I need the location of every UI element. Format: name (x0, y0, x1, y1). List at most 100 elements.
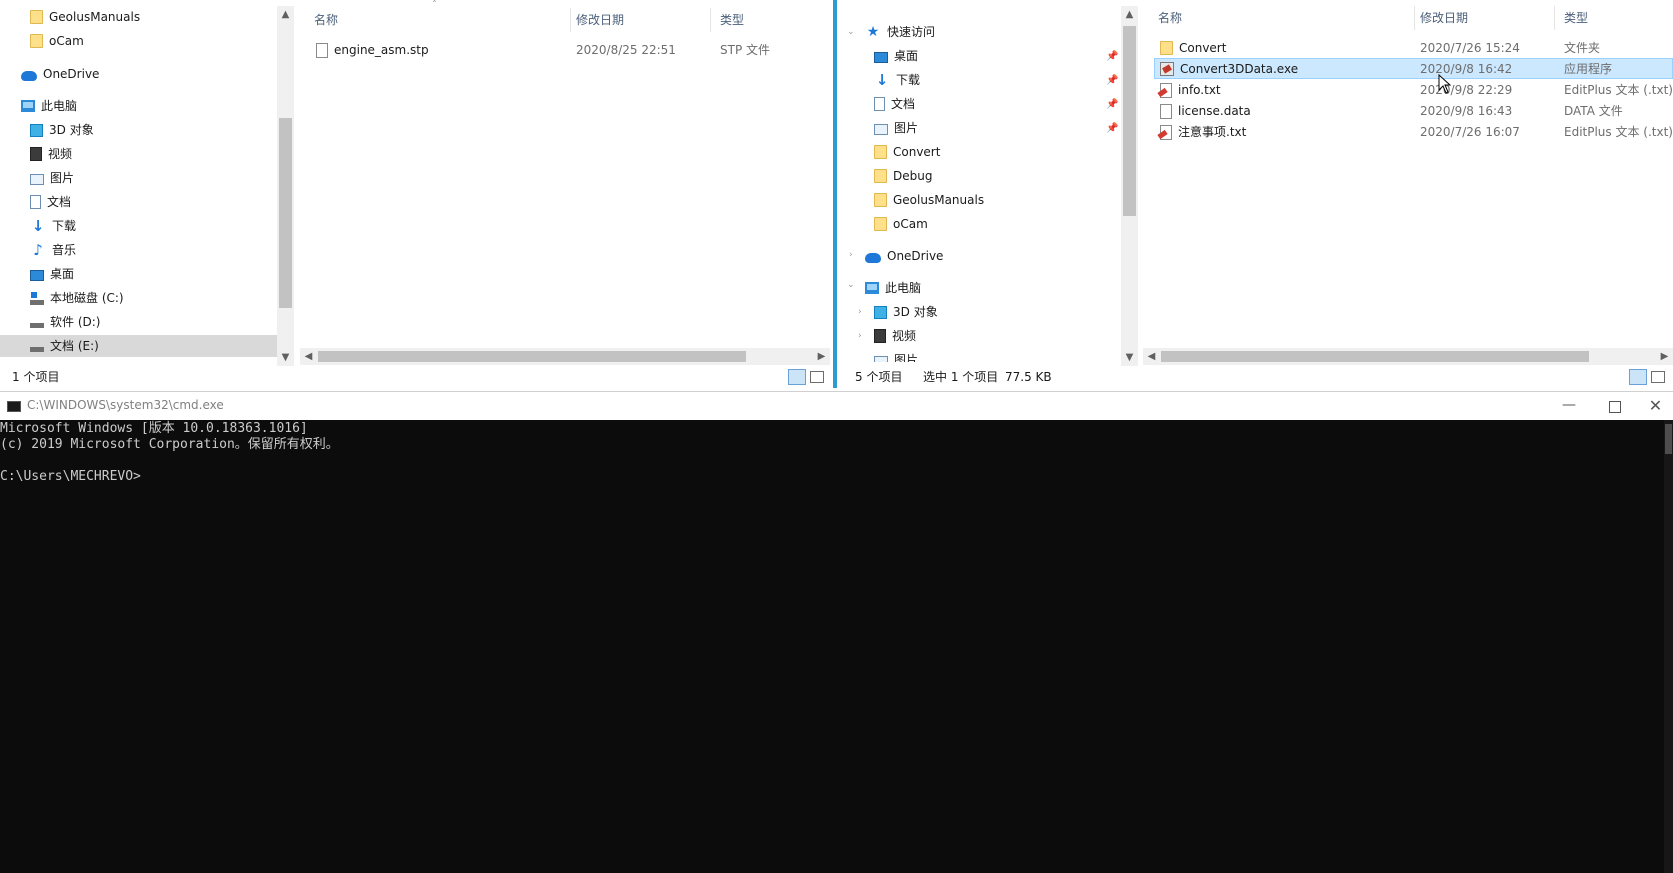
cmd-titlebar[interactable]: C:\WINDOWS\system32\cmd.exe — ✕ (0, 391, 1673, 421)
cmd-console[interactable]: Microsoft Windows [版本 10.0.18363.1016] (… (0, 420, 1673, 873)
download-icon: ↓ (875, 71, 889, 89)
left-file-hscroll-thumb[interactable] (318, 351, 746, 362)
details-view-icon[interactable] (788, 369, 806, 385)
onedrive-icon (865, 252, 881, 263)
drive-icon (30, 346, 44, 352)
left-nav-item-this-pc[interactable]: 此电脑 (21, 95, 275, 117)
right-nav-item-pictures-2[interactable]: 图片 (874, 349, 1104, 362)
left-nav-item-drive-c[interactable]: 本地磁盘 (C:) (30, 287, 275, 309)
right-nav-pane: ⌄ ★ 快速访问 桌面 📌 ↓ 下载 📌 文档 📌 图片 📌 Convert Deb… (840, 0, 1120, 362)
right-nav-item-this-pc[interactable]: 此电脑 (865, 277, 1115, 299)
scroll-down-icon[interactable]: ▼ (277, 349, 294, 366)
left-file-hscrollbar[interactable]: ◀ ▶ (300, 348, 830, 365)
right-file-hscroll-thumb[interactable] (1161, 351, 1589, 362)
console-line: Microsoft Windows [版本 10.0.18363.1016] (0, 421, 308, 436)
column-header-name[interactable]: 名称 (1158, 6, 1182, 30)
column-header-date[interactable]: 修改日期 (1420, 6, 1468, 30)
left-nav-scroll-thumb[interactable] (279, 118, 292, 308)
mouse-cursor-icon (1438, 74, 1452, 94)
scroll-right-icon[interactable]: ▶ (813, 348, 830, 365)
3d-objects-icon (30, 123, 43, 137)
right-nav-item-geolusmanuals[interactable]: GeolusManuals (874, 189, 1104, 211)
file-date: 2020/7/26 16:07 (1420, 125, 1520, 139)
left-nav-item-documents[interactable]: 文档 (30, 191, 275, 213)
left-nav-scrollbar[interactable]: ▲ ▼ (277, 6, 294, 366)
chevron-right-icon[interactable]: › (858, 331, 862, 341)
right-nav-item-video[interactable]: 视频 (874, 325, 1104, 347)
scroll-up-icon[interactable]: ▲ (1121, 6, 1138, 23)
folder-icon (30, 10, 43, 24)
pin-icon[interactable]: 📌 (1106, 51, 1118, 62)
minimize-button[interactable]: — (1548, 392, 1590, 420)
file-type: 文件夹 (1564, 41, 1601, 55)
column-header-type[interactable]: 类型 (720, 8, 744, 32)
column-header-date[interactable]: 修改日期 (576, 8, 624, 32)
maximize-icon (1609, 400, 1621, 413)
text-file-icon (1160, 124, 1172, 140)
scroll-left-icon[interactable]: ◀ (1143, 348, 1160, 365)
column-divider[interactable] (570, 8, 571, 32)
close-button[interactable]: ✕ (1638, 392, 1673, 420)
right-nav-item-onedrive[interactable]: OneDrive (865, 245, 1115, 267)
folder-icon (874, 217, 887, 231)
right-nav-item-documents[interactable]: 文档 (874, 93, 1074, 115)
right-file-hscrollbar[interactable]: ◀ ▶ (1143, 348, 1673, 365)
chevron-right-icon[interactable]: › (858, 307, 862, 317)
right-nav-item-debug[interactable]: Debug (874, 165, 1104, 187)
left-nav-item-pictures[interactable]: 图片 (30, 167, 275, 189)
cmd-scroll-thumb[interactable] (1665, 424, 1672, 454)
scroll-right-icon[interactable]: ▶ (1656, 348, 1673, 365)
large-icons-view-icon[interactable] (1651, 371, 1665, 383)
quick-access-icon: ★ (866, 24, 880, 40)
right-nav-item-desktop[interactable]: 桌面 (874, 45, 1074, 67)
right-nav-item-convert[interactable]: Convert (874, 141, 1104, 163)
chevron-down-icon[interactable]: ⌄ (847, 27, 855, 37)
left-file-list: ˆ 名称 修改日期 类型 engine_asm.stp 2020/8/25 22… (296, 0, 830, 350)
right-nav-item-ocam[interactable]: oCam (874, 213, 1104, 235)
scroll-left-icon[interactable]: ◀ (300, 348, 317, 365)
right-nav-scrollbar[interactable]: ▲ ▼ (1121, 6, 1138, 366)
left-nav-item-desktop[interactable]: 桌面 (30, 263, 275, 285)
chevron-down-icon[interactable]: ⌄ (847, 280, 855, 290)
maximize-button[interactable] (1594, 392, 1636, 420)
column-header-name[interactable]: 名称 (314, 8, 338, 32)
details-view-icon[interactable] (1629, 369, 1647, 385)
left-nav-item-geolusmanuals[interactable]: GeolusManuals (30, 6, 275, 28)
left-nav-item-music[interactable]: ♪ 音乐 (30, 239, 275, 261)
video-icon (874, 329, 886, 343)
window-divider (833, 0, 837, 388)
left-nav-item-downloads[interactable]: ↓ 下载 (30, 215, 275, 237)
left-nav-item-ocam[interactable]: oCam (30, 30, 275, 52)
console-prompt[interactable]: C:\Users\MECHREVO> (0, 469, 141, 485)
file-date: 2020/9/8 16:42 (1420, 62, 1513, 76)
pin-icon[interactable]: 📌 (1106, 75, 1118, 86)
this-pc-icon (21, 100, 35, 112)
pin-icon[interactable]: 📌 (1106, 99, 1118, 110)
file-type: DATA 文件 (1564, 104, 1623, 118)
left-nav-item-video[interactable]: 视频 (30, 143, 275, 165)
cmd-scrollbar[interactable] (1664, 420, 1673, 873)
left-nav-item-onedrive[interactable]: OneDrive (21, 63, 275, 85)
large-icons-view-icon[interactable] (810, 371, 824, 383)
right-nav-item-quick-access[interactable]: ★ 快速访问 (865, 21, 1115, 43)
file-type: STP 文件 (720, 43, 770, 57)
chevron-right-icon[interactable]: › (849, 250, 853, 260)
right-nav-item-pictures[interactable]: 图片 (874, 117, 1074, 139)
left-nav-item-3d-objects[interactable]: 3D 对象 (30, 119, 275, 141)
column-header-type[interactable]: 类型 (1564, 6, 1588, 30)
pin-icon[interactable]: 📌 (1106, 123, 1118, 134)
scroll-up-icon[interactable]: ▲ (277, 6, 294, 23)
column-divider[interactable] (1414, 6, 1415, 30)
file-name: engine_asm.stp (334, 43, 429, 57)
3d-objects-icon (874, 305, 887, 319)
right-nav-scroll-thumb[interactable] (1123, 26, 1136, 216)
left-nav-item-drive-e[interactable]: 文档 (E:) (0, 335, 277, 357)
right-nav-item-3d-objects[interactable]: 3D 对象 (874, 301, 1104, 323)
right-status-selection: 选中 1 个项目 (923, 370, 999, 384)
left-nav-item-drive-d[interactable]: 软件 (D:) (30, 311, 275, 333)
column-divider[interactable] (1554, 6, 1555, 30)
right-file-list: ˆ 名称 修改日期 类型 Convert 2020/7/26 15:24 文件夹… (1140, 0, 1673, 350)
right-nav-item-downloads[interactable]: ↓ 下载 (874, 69, 1074, 91)
scroll-down-icon[interactable]: ▼ (1121, 349, 1138, 366)
column-divider[interactable] (710, 8, 711, 32)
